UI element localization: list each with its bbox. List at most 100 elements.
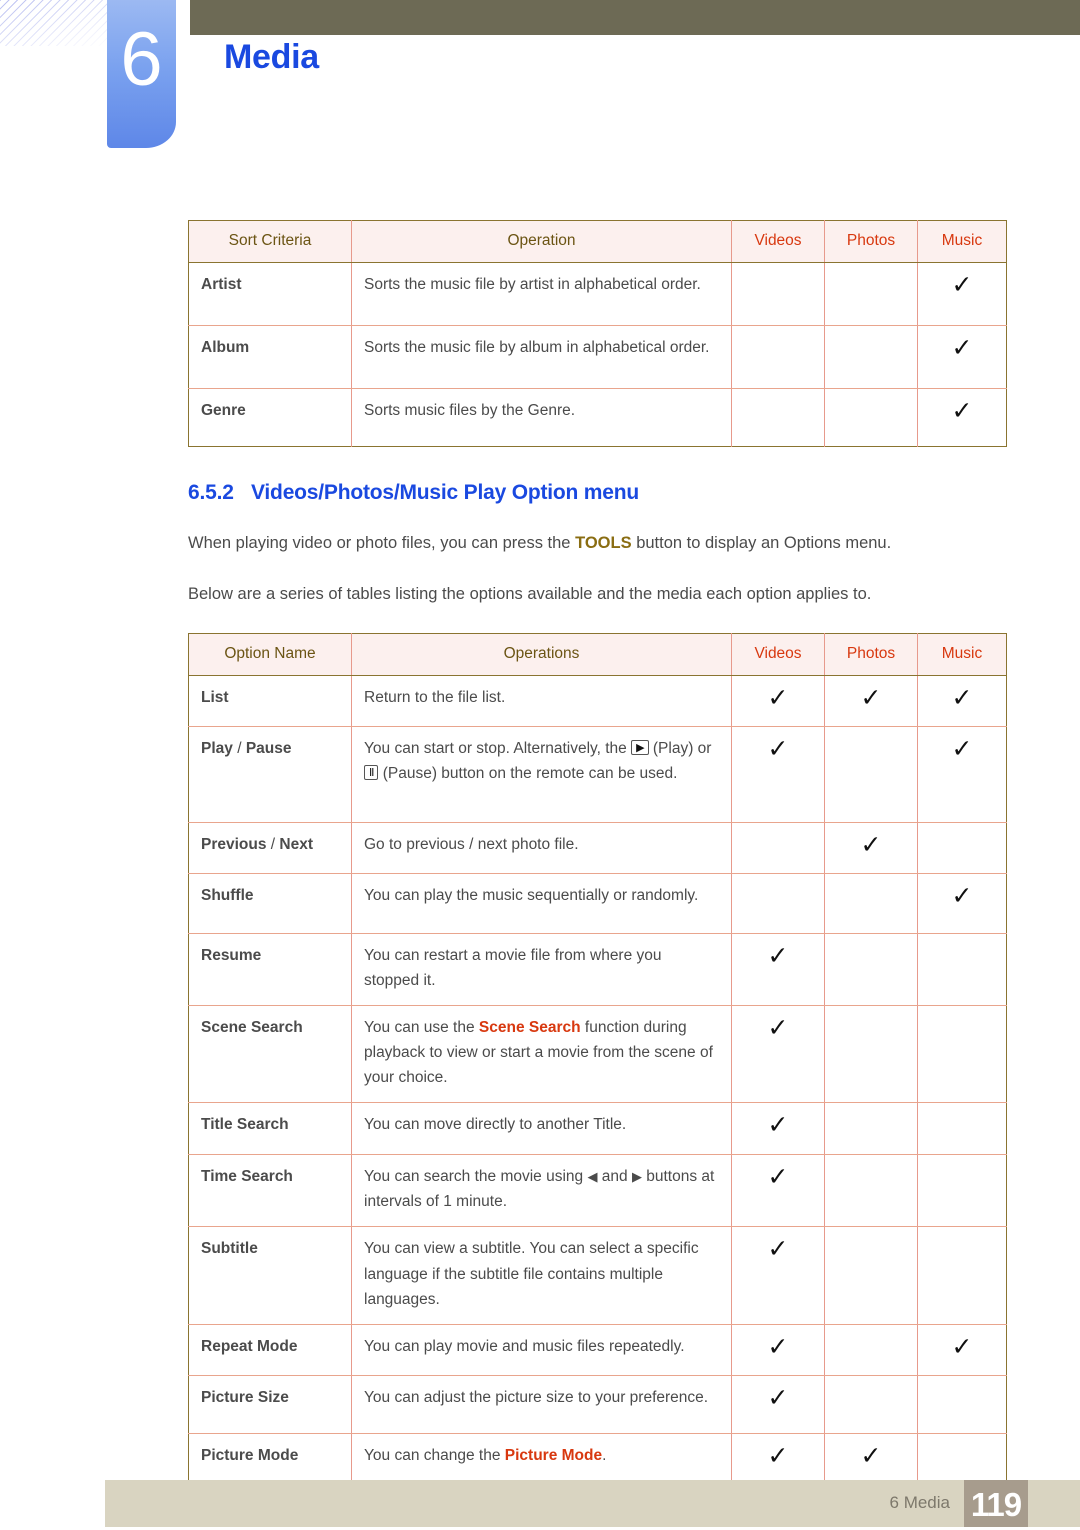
checkmark-icon: ✓ bbox=[767, 1234, 789, 1264]
music-check-cell bbox=[917, 933, 1007, 1006]
music-check-cell: ✓ bbox=[917, 1324, 1007, 1376]
operation-text-part: (Play) or bbox=[648, 739, 712, 757]
photos-check-cell bbox=[824, 262, 918, 326]
table-row: Genre Sorts music files by the Genre. ✓ bbox=[188, 388, 1007, 447]
sort-criteria-operation: Sorts music files by the Genre. bbox=[351, 388, 732, 447]
column-header-operation: Operation bbox=[351, 220, 732, 263]
operation-text-part: and bbox=[597, 1168, 632, 1186]
music-check-cell: ✓ bbox=[917, 873, 1007, 934]
option-operation: Return to the file list. bbox=[351, 675, 732, 727]
section-heading: 6.5.2 Videos/Photos/Music Play Option men… bbox=[188, 481, 1006, 505]
option-operation: You can change the Picture Mode. bbox=[351, 1433, 732, 1486]
right-arrow-icon: ▶ bbox=[631, 1170, 642, 1186]
photos-check-cell bbox=[824, 325, 918, 389]
photos-check-cell bbox=[824, 388, 918, 447]
music-check-cell: ✓ bbox=[918, 389, 1007, 447]
highlighted-term: Scene Search bbox=[478, 1018, 581, 1036]
checkmark-icon: ✓ bbox=[767, 682, 789, 712]
videos-check-cell: ✓ bbox=[731, 933, 825, 1006]
checkmark-icon: ✓ bbox=[951, 880, 973, 910]
chapter-number-badge: 6 bbox=[107, 0, 176, 148]
music-check-cell: ✓ bbox=[917, 675, 1007, 727]
column-header-videos: Videos bbox=[731, 220, 825, 263]
table-row: Subtitle You can view a subtitle. You ca… bbox=[188, 1226, 1007, 1325]
videos-check-cell: ✓ bbox=[731, 1226, 825, 1325]
table-row: Title Search You can move directly to an… bbox=[188, 1102, 1007, 1156]
option-name-part: Pause bbox=[245, 739, 292, 757]
music-check-cell bbox=[918, 1433, 1007, 1485]
music-check-cell bbox=[917, 1005, 1007, 1104]
page-number-chip: 119 bbox=[964, 1480, 1028, 1527]
videos-check-cell: ✓ bbox=[731, 1005, 825, 1104]
operation-text-part: . bbox=[602, 1446, 607, 1464]
videos-check-cell bbox=[731, 325, 825, 389]
option-operation: You can use the Scene Search function du… bbox=[351, 1005, 732, 1104]
option-operation: You can move directly to another Title. bbox=[351, 1102, 732, 1156]
table-row: Picture Size You can adjust the picture … bbox=[188, 1375, 1007, 1434]
sort-criteria-name: Genre bbox=[188, 388, 352, 447]
table-row: List Return to the file list. ✓ ✓ ✓ bbox=[188, 675, 1007, 727]
document-content: Sort Criteria Operation Videos Photos Mu… bbox=[188, 0, 1007, 1486]
table-header-row: Sort Criteria Operation Videos Photos Mu… bbox=[188, 220, 1007, 263]
table-row: Scene Search You can use the Scene Searc… bbox=[188, 1005, 1007, 1104]
music-check-cell: ✓ bbox=[917, 325, 1007, 389]
sort-criteria-table: Sort Criteria Operation Videos Photos Mu… bbox=[188, 220, 1007, 447]
checkmark-icon: ✓ bbox=[767, 1110, 789, 1140]
checkmark-icon: ✓ bbox=[951, 733, 973, 763]
option-name: Shuffle bbox=[188, 873, 352, 934]
music-check-cell bbox=[917, 1102, 1007, 1156]
checkmark-icon: ✓ bbox=[767, 1162, 789, 1192]
checkmark-icon: ✓ bbox=[767, 1012, 789, 1042]
photos-check-cell bbox=[824, 873, 918, 934]
option-name: Picture Mode bbox=[188, 1433, 352, 1486]
option-operation: You can restart a movie file from where … bbox=[351, 933, 732, 1006]
page-footer: 6 Media 119 bbox=[105, 1480, 1080, 1527]
table-row: Artist Sorts the music file by artist in… bbox=[188, 262, 1007, 326]
videos-check-cell: ✓ bbox=[731, 1375, 825, 1434]
checkmark-icon: ✓ bbox=[767, 1331, 789, 1361]
option-name: Picture Size bbox=[188, 1375, 352, 1434]
checkmark-icon: ✓ bbox=[951, 682, 973, 712]
photos-check-cell: ✓ bbox=[824, 1433, 918, 1486]
operation-text-part: (Pause) button on the remote can be used… bbox=[378, 764, 678, 782]
videos-check-cell bbox=[731, 388, 825, 447]
checkmark-icon: ✓ bbox=[860, 829, 882, 859]
left-arrow-icon: ◀ bbox=[587, 1170, 598, 1186]
option-name-separator: / bbox=[232, 739, 246, 757]
play-option-table: Option Name Operations Videos Photos Mus… bbox=[188, 632, 1007, 1486]
music-check-cell bbox=[917, 822, 1007, 874]
videos-check-cell: ✓ bbox=[731, 726, 825, 823]
footer-chapter-label: 6 Media bbox=[889, 1493, 950, 1512]
photos-check-cell: ✓ bbox=[824, 822, 918, 874]
operation-text-part: You can search the movie using bbox=[364, 1168, 588, 1186]
operation-text-part: You can use the bbox=[364, 1018, 479, 1036]
column-header-music: Music bbox=[917, 220, 1007, 263]
checkmark-icon: ✓ bbox=[860, 1440, 882, 1470]
music-check-cell bbox=[917, 1226, 1007, 1325]
videos-check-cell: ✓ bbox=[731, 675, 825, 727]
checkmark-icon: ✓ bbox=[767, 1382, 789, 1412]
option-operation: You can search the movie using ◀ and ▶ b… bbox=[351, 1154, 732, 1228]
option-name: Previous / Next bbox=[188, 822, 352, 874]
column-header-videos: Videos bbox=[731, 633, 825, 676]
option-name: Play / Pause bbox=[188, 726, 352, 823]
checkmark-icon: ✓ bbox=[951, 1331, 973, 1361]
column-header-operations: Operations bbox=[351, 633, 732, 676]
photos-check-cell bbox=[824, 1154, 918, 1228]
photos-check-cell bbox=[824, 1102, 918, 1156]
music-check-cell: ✓ bbox=[917, 726, 1007, 823]
operation-text-part: You can start or stop. Alternatively, th… bbox=[364, 739, 632, 757]
photos-check-cell bbox=[824, 1005, 918, 1104]
decorative-hatch-pattern bbox=[0, 0, 112, 46]
option-name: Scene Search bbox=[188, 1005, 352, 1104]
intro-paragraph-1: When playing video or photo files, you c… bbox=[188, 531, 1006, 556]
photos-check-cell bbox=[824, 1324, 918, 1376]
table-row: Picture Mode You can change the Picture … bbox=[188, 1433, 1007, 1486]
column-header-sort-criteria: Sort Criteria bbox=[188, 220, 352, 263]
paragraph-text-part: When playing video or photo files, you c… bbox=[188, 534, 576, 552]
tools-button-label: TOOLS bbox=[575, 534, 632, 552]
music-check-cell bbox=[917, 1375, 1007, 1434]
table-header-row: Option Name Operations Videos Photos Mus… bbox=[188, 633, 1007, 676]
option-name-separator: / bbox=[266, 835, 280, 853]
column-header-photos: Photos bbox=[824, 220, 918, 263]
